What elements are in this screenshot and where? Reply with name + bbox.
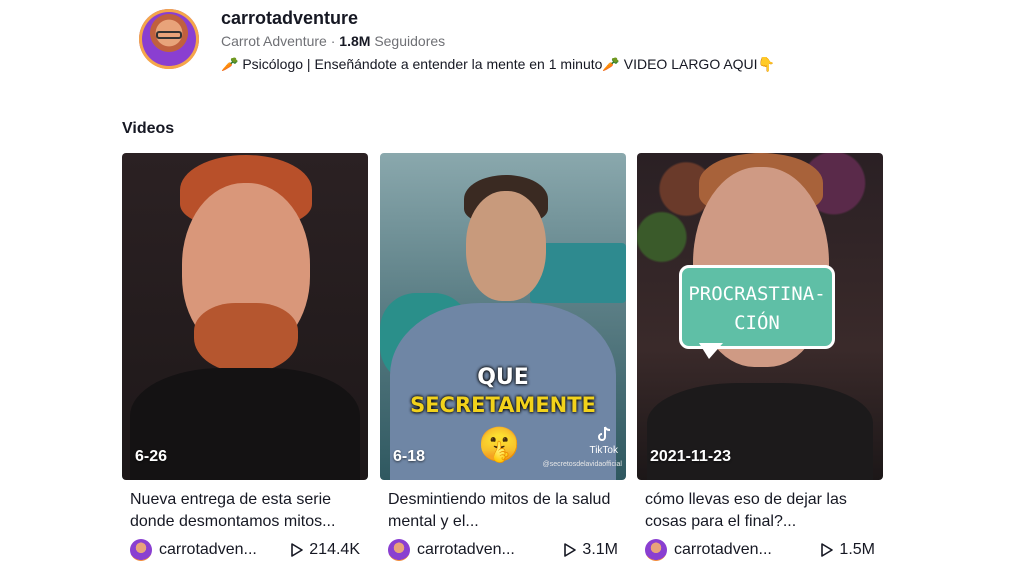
profile-bio: 🥕 Psicólogo | Enseñándote a entender la … bbox=[221, 56, 775, 72]
video-date: 6-26 bbox=[135, 448, 168, 465]
profile-display-name: Carrot Adventure bbox=[221, 33, 327, 49]
tiktok-label: TikTok bbox=[589, 445, 618, 456]
video-views: 214.4K bbox=[291, 541, 360, 559]
video-card[interactable]: QUE SECRETAMENTE 🤫 TikTok @secretosdelav… bbox=[380, 153, 626, 563]
video-author[interactable]: carrotadven... bbox=[159, 541, 257, 559]
section-title-videos: Videos bbox=[122, 120, 175, 137]
video-views: 1.5M bbox=[821, 541, 875, 559]
tiktok-logo: TikTok bbox=[589, 426, 618, 456]
video-card[interactable]: PROCRASTINA- CIÓN 2021-11-23 cómo llevas… bbox=[637, 153, 883, 563]
followers-label: Seguidores bbox=[374, 33, 446, 49]
followers-count: 1.8M bbox=[339, 33, 371, 49]
video-meta: carrotadven... 1.5M bbox=[637, 539, 883, 563]
thumbnail-caption: QUE bbox=[477, 365, 529, 390]
play-icon bbox=[821, 543, 834, 557]
video-thumbnail[interactable]: QUE SECRETAMENTE 🤫 TikTok @secretosdelav… bbox=[380, 153, 626, 480]
author-avatar[interactable] bbox=[645, 539, 667, 561]
tiktok-icon bbox=[597, 426, 610, 441]
bubble-text: PROCRASTINA- bbox=[688, 283, 826, 305]
video-thumbnail[interactable]: PROCRASTINA- CIÓN 2021-11-23 bbox=[637, 153, 883, 480]
video-date: 2021-11-23 bbox=[650, 448, 731, 465]
thumbnail-art bbox=[466, 191, 546, 301]
video-views: 3.1M bbox=[564, 541, 618, 559]
author-avatar[interactable] bbox=[388, 539, 410, 561]
video-description[interactable]: Desmintiendo mitos de la salud mental y … bbox=[380, 489, 626, 533]
video-date: 6-18 bbox=[393, 448, 426, 465]
watermark-handle: @secretosdelavidaofficial bbox=[542, 461, 622, 468]
shush-emoji: 🤫 bbox=[478, 426, 521, 464]
profile-avatar[interactable] bbox=[139, 9, 199, 69]
view-count: 1.5M bbox=[839, 541, 875, 558]
video-thumbnail[interactable]: 6-26 bbox=[122, 153, 368, 480]
profile-username: carrotadventure bbox=[221, 8, 359, 28]
video-author[interactable]: carrotadven... bbox=[674, 541, 772, 559]
video-card[interactable]: 6-26 Nueva entrega de esta serie donde d… bbox=[122, 153, 368, 563]
separator: · bbox=[326, 33, 340, 49]
bubble-text: CIÓN bbox=[734, 312, 780, 334]
video-description[interactable]: Nueva entrega de esta serie donde desmon… bbox=[122, 489, 368, 533]
speech-bubble-tail bbox=[699, 343, 723, 359]
thumbnail-caption: SECRETAMENTE bbox=[410, 393, 596, 417]
video-meta: carrotadven... 214.4K bbox=[122, 539, 368, 563]
view-count: 3.1M bbox=[582, 541, 618, 558]
play-icon bbox=[564, 543, 577, 557]
video-author[interactable]: carrotadven... bbox=[417, 541, 515, 559]
author-avatar[interactable] bbox=[130, 539, 152, 561]
thumbnail-art bbox=[194, 303, 298, 373]
speech-bubble: PROCRASTINA- CIÓN bbox=[679, 265, 835, 349]
video-description[interactable]: cómo llevas eso de dejar las cosas para … bbox=[637, 489, 883, 533]
video-meta: carrotadven... 3.1M bbox=[380, 539, 626, 563]
play-icon bbox=[291, 543, 304, 557]
view-count: 214.4K bbox=[309, 541, 360, 558]
profile-subline: Carrot Adventure · 1.8M Seguidores bbox=[221, 33, 445, 49]
